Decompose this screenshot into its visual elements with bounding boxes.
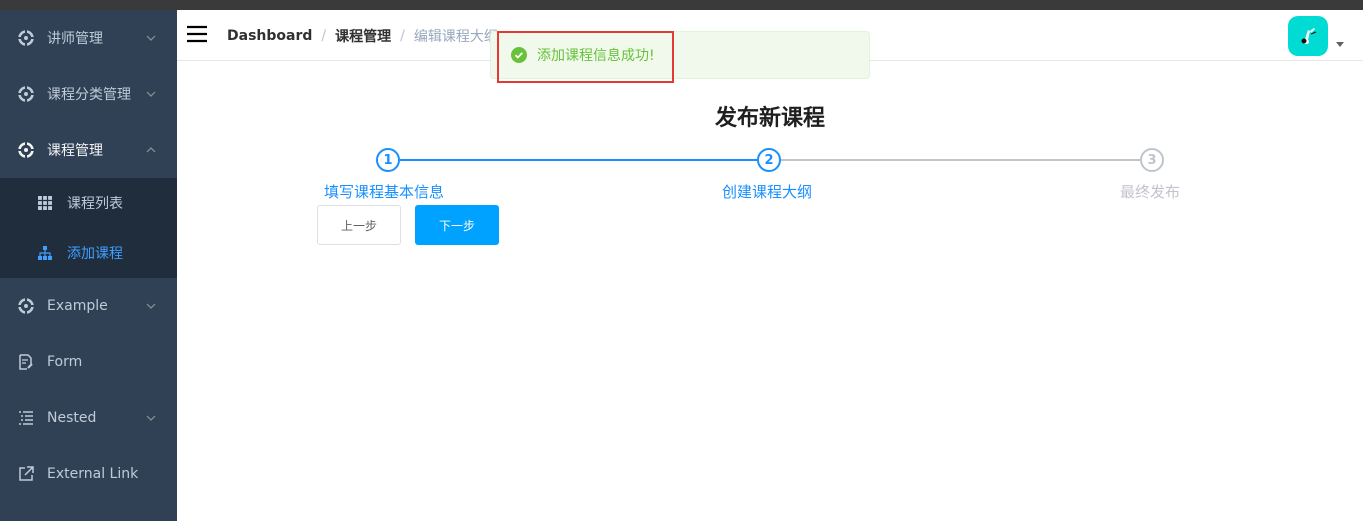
hamburger-icon[interactable] [187, 25, 207, 43]
page-title: 发布新课程 [714, 106, 825, 131]
sidebar-item-label: 课程管理 [47, 143, 103, 159]
chevron-down-icon [146, 415, 156, 421]
step-2-label: 创建课程大纲 [722, 183, 813, 201]
chevron-up-icon [146, 147, 156, 153]
sidebar-item-label: Form [47, 354, 83, 370]
step-line-2-3 [781, 159, 1140, 161]
sidebar: 讲师管理 课程分类管理 课程管理 课程列表 添加课程 Example Form … [0, 10, 177, 521]
sidebar-item-nested[interactable]: Nested [0, 390, 177, 446]
toast-message: 添加课程信息成功! [537, 48, 655, 64]
breadcrumb: Dashboard / 课程管理 / 编辑课程大纲 [227, 26, 498, 46]
step-3-circle: 3 [1140, 148, 1164, 172]
caret-down-icon[interactable] [1336, 42, 1344, 47]
next-step-button[interactable]: 下一步 [415, 205, 499, 245]
gear-circle-icon [18, 86, 34, 102]
chevron-down-icon [146, 303, 156, 309]
sidebar-item-label: 讲师管理 [47, 31, 103, 47]
prev-step-button[interactable]: 上一步 [317, 205, 401, 245]
browser-top-strip [0, 0, 1363, 10]
chevron-down-icon [146, 35, 156, 41]
step-1-label: 填写课程基本信息 [324, 183, 445, 201]
sidebar-item-label: Nested [47, 410, 97, 426]
sidebar-item-label: 课程列表 [67, 196, 123, 212]
breadcrumb-separator: / [321, 28, 327, 44]
step-line-1-2 [400, 159, 757, 161]
breadcrumb-dashboard[interactable]: Dashboard [227, 28, 312, 44]
sidebar-item-course[interactable]: 课程管理 [0, 122, 177, 178]
sidebar-item-course-list[interactable]: 课程列表 [0, 178, 177, 228]
step-1-circle: 1 [376, 148, 400, 172]
nested-list-icon [18, 410, 34, 426]
breadcrumb-current: 编辑课程大纲 [413, 29, 498, 45]
sidebar-item-add-course[interactable]: 添加课程 [0, 228, 177, 278]
sidebar-item-label: 添加课程 [67, 246, 123, 262]
tree-icon [37, 245, 53, 261]
course-submenu: 课程列表 添加课程 [0, 178, 177, 278]
sidebar-item-label: External Link [47, 466, 139, 482]
gear-circle-icon [18, 142, 34, 158]
sidebar-item-example[interactable]: Example [0, 278, 177, 334]
breadcrumb-course-manage[interactable]: 课程管理 [335, 26, 391, 46]
table-icon [37, 195, 53, 211]
avatar-figure-icon [1301, 28, 1317, 44]
sidebar-item-external-link[interactable]: External Link [0, 446, 177, 502]
sidebar-item-label: Example [47, 298, 108, 314]
gear-circle-icon [18, 298, 34, 314]
step-3-label: 最终发布 [1120, 183, 1181, 201]
sidebar-item-form[interactable]: Form [0, 334, 177, 390]
step-2-circle: 2 [757, 148, 781, 172]
sidebar-item-teacher[interactable]: 讲师管理 [0, 10, 177, 66]
success-message-toast: 添加课程信息成功! [490, 31, 870, 79]
sidebar-item-course-category[interactable]: 课程分类管理 [0, 66, 177, 122]
chevron-down-icon [146, 91, 156, 97]
sidebar-item-label: 课程分类管理 [47, 87, 131, 103]
breadcrumb-separator: / [400, 28, 405, 44]
form-icon [18, 354, 34, 370]
success-check-icon [511, 47, 527, 63]
avatar[interactable] [1288, 16, 1328, 56]
external-link-icon [18, 466, 34, 482]
gear-circle-icon [18, 30, 34, 46]
